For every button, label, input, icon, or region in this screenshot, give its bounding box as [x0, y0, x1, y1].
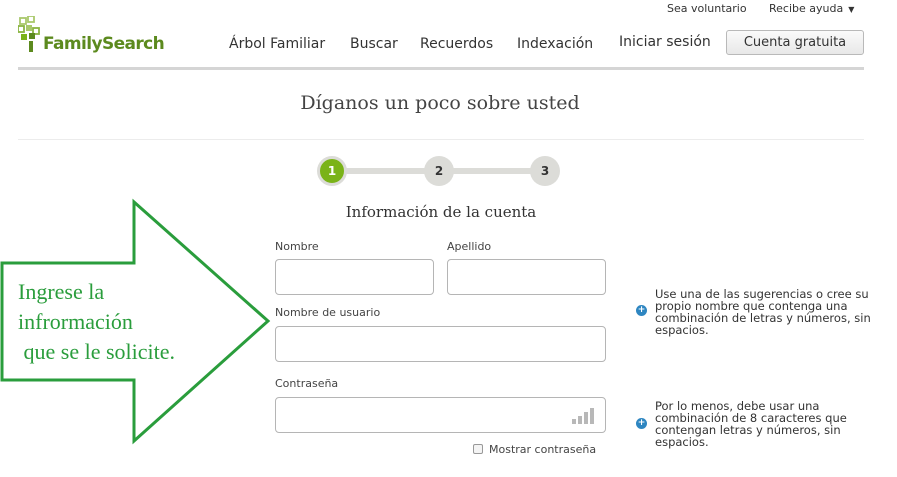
password-field[interactable] — [275, 397, 606, 433]
nav-family-tree[interactable]: Árbol Familiar — [229, 36, 325, 52]
header-divider — [18, 67, 864, 70]
familysearch-logo[interactable]: FamilySearch — [18, 16, 168, 56]
info-circle-icon: + — [636, 418, 647, 429]
sign-in-link[interactable]: Iniciar sesión — [619, 34, 711, 50]
first-name-field[interactable] — [275, 259, 434, 295]
page-title: Díganos un poco sobre usted — [300, 92, 580, 114]
show-password-label: Mostrar contraseña — [489, 443, 597, 456]
title-divider — [18, 139, 864, 140]
username-hint: Use una de las sugerencias o cree su pro… — [655, 287, 871, 337]
volunteer-link[interactable]: Sea voluntario — [667, 2, 747, 15]
nav-memories[interactable]: Recuerdos — [420, 36, 493, 52]
help-menu-label: Recibe ayuda — [769, 2, 844, 15]
password-hint: Por lo menos, debe usar una combinación … — [655, 399, 847, 449]
help-menu[interactable]: Recibe ayuda ▼ — [769, 2, 854, 15]
annotation-text: Ingrese la infrormación que se le solici… — [18, 279, 176, 364]
caret-down-icon: ▼ — [848, 5, 855, 14]
password-strength-icon — [572, 407, 598, 424]
show-password-toggle[interactable]: Mostrar contraseña — [473, 443, 596, 456]
username-field[interactable] — [275, 326, 606, 362]
step-1-indicator: 1 — [317, 156, 347, 186]
step-2-indicator: 2 — [424, 156, 454, 186]
step-3-indicator: 3 — [530, 156, 560, 186]
nav-search[interactable]: Buscar — [350, 36, 398, 52]
free-account-button[interactable]: Cuenta gratuita — [726, 30, 864, 55]
password-label: Contraseña — [275, 377, 339, 390]
logo-wordmark: FamilySearch — [43, 34, 165, 54]
info-circle-icon: + — [636, 305, 647, 316]
last-name-label: Apellido — [447, 240, 492, 253]
last-name-field[interactable] — [447, 259, 606, 295]
first-name-label: Nombre — [275, 240, 319, 253]
nav-indexing[interactable]: Indexación — [517, 36, 593, 52]
username-label: Nombre de usuario — [275, 306, 381, 319]
show-password-checkbox[interactable] — [473, 444, 483, 454]
